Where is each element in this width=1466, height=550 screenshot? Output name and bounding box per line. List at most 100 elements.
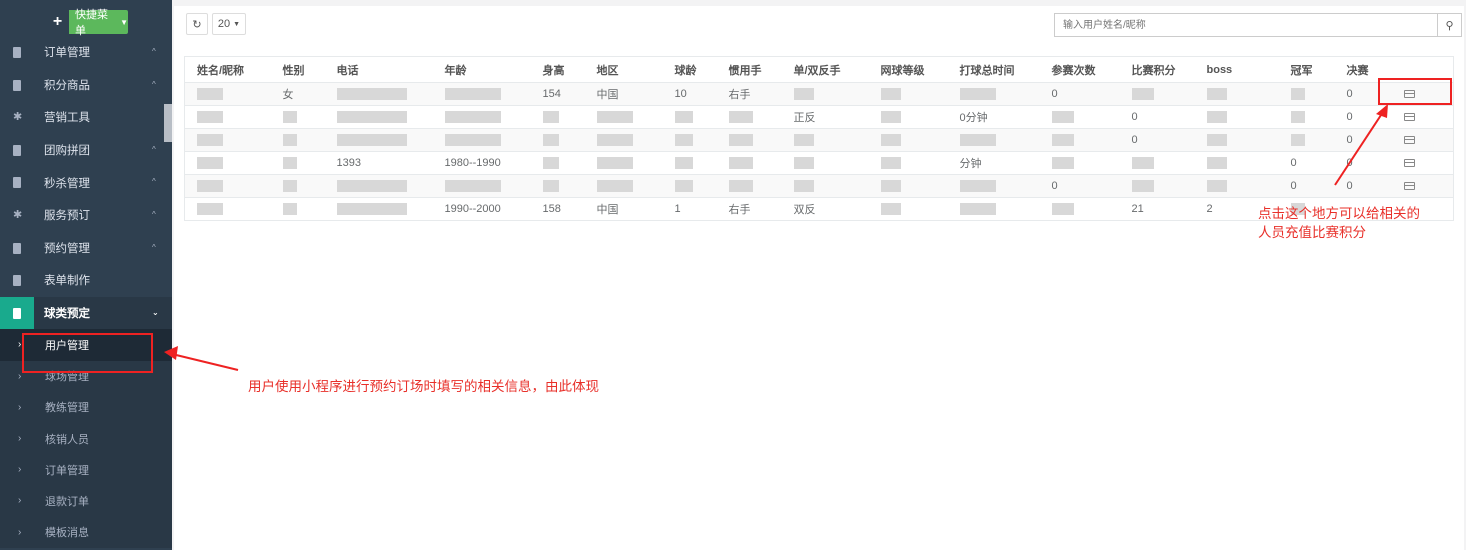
sidebar-item-points-goods[interactable]: 积分商品 ^ [0,69,172,102]
table-cell [781,174,869,198]
column-header[interactable]: 姓名/昵称 [184,56,271,83]
column-header[interactable]: 打球总时间 [947,56,1040,83]
table-cell: 0 [1119,105,1195,129]
table-cell: 正反 [781,105,869,129]
sidebar-subitem-verifiers[interactable]: › 核销人员 [0,422,172,455]
table-cell [1119,174,1195,198]
sidebar-item-group-buy[interactable]: 团购拼团 ^ [0,134,172,167]
quick-menu-button[interactable]: + 快捷菜单 ▼ [46,9,128,37]
sidebar-item-service-booking[interactable]: ✱ 服务预订 ^ [0,199,172,232]
table-row[interactable]: 00 [184,128,1454,152]
chevron-right-icon: › [18,339,22,351]
redacted-value [282,203,297,216]
recharge-card-icon[interactable] [1403,113,1415,122]
sidebar-item-orders[interactable]: 订单管理 ^ [0,36,172,69]
chevron-down-icon: ⌄ [152,307,159,317]
sidebar-item-forms[interactable]: 表单制作 [0,264,172,297]
column-header[interactable]: 年龄 [432,56,531,83]
column-header[interactable]: 地区 [584,56,663,83]
redacted-value [336,203,407,216]
cell-value: 1 [674,203,681,215]
recharge-note-line2: 人员充值比赛积分 [1258,225,1366,241]
refresh-button[interactable]: ↻ [186,13,208,35]
cell-value: 0分钟 [959,112,988,124]
plus-icon: + [46,10,69,34]
redacted-value [959,203,996,216]
chevron-up-icon: ^ [152,209,156,219]
table-cell [584,174,663,198]
redacted-value [336,111,407,124]
column-header[interactable]: 单/双反手 [781,56,869,83]
table-cell [324,197,433,221]
table-cell [1039,151,1120,175]
column-header[interactable]: 冠军 [1278,56,1335,83]
table-cell [1278,128,1335,152]
table-cell: 1980--1990 [432,151,531,175]
table-cell: 右手 [716,82,782,106]
table-cell [716,174,782,198]
action-cell[interactable] [1391,105,1454,129]
sidebar-item-appointments[interactable]: 预约管理 ^ [0,232,172,265]
recharge-card-icon[interactable] [1403,182,1415,191]
redacted-value [444,134,501,147]
quick-menu-label: 快捷菜单 [74,9,108,37]
sidebar-subitem-coaches[interactable]: › 教练管理 [0,391,172,423]
document-icon [13,242,21,254]
redacted-value [1131,157,1154,170]
table-cell [184,105,271,129]
redacted-value [880,134,901,147]
table-cell [868,197,948,221]
recharge-card-icon[interactable] [1403,136,1415,145]
table-cell [947,197,1040,221]
column-header[interactable]: 网球等级 [868,56,948,83]
table-row[interactable]: 女 154 中国 10 右手 0 0 [184,82,1454,106]
caret-down-icon: ▼ [233,20,241,28]
table-cell [868,174,948,198]
column-header[interactable]: 身高 [530,56,585,83]
column-header[interactable]: 电话 [324,56,433,83]
table-row[interactable]: 0 0 0 [184,174,1454,198]
redacted-value [1051,134,1074,147]
column-header[interactable]: 比赛积分 [1119,56,1195,83]
column-header[interactable]: 球龄 [662,56,717,83]
cell-value: 0 [1346,157,1353,169]
sidebar-item-marketing[interactable]: ✱ 营销工具 [0,101,172,134]
sidebar-item-ball-booking[interactable]: 球类预定 ⌄ [0,296,172,330]
column-header[interactable]: 惯用手 [716,56,782,83]
redacted-value [793,88,814,101]
sidebar-subitem-refunds[interactable]: › 退款订单 [0,485,172,517]
column-header[interactable]: 性别 [270,56,325,83]
table-cell [1039,105,1120,129]
redacted-value [197,203,223,216]
document-icon [13,144,21,156]
sidebar-item-label: 订单管理 [44,47,90,60]
table-row[interactable]: 正反 0分钟 0 0 [184,105,1454,129]
recharge-card-icon[interactable] [1403,159,1415,168]
action-cell[interactable] [1391,128,1454,152]
column-header[interactable]: 参赛次数 [1039,56,1120,83]
table-row[interactable]: 1393 1980--1990 分钟 0 0 [184,151,1454,175]
sidebar-item-label: 表单制作 [44,275,90,288]
sidebar-scrollbar[interactable] [164,104,172,142]
page-size-dropdown[interactable]: 20 ▼ [212,13,246,35]
action-cell[interactable] [1391,174,1454,198]
table-cell [1194,105,1279,129]
table-cell [184,197,271,221]
sidebar-item-flash-sale[interactable]: 秒杀管理 ^ [0,166,172,199]
sidebar-subitem-label: 退款订单 [45,495,89,508]
sidebar-item-label: 营销工具 [44,112,90,125]
sidebar-subitem-orders[interactable]: › 订单管理 [0,454,172,486]
column-header[interactable]: boss [1194,56,1279,83]
search-button[interactable]: ⚲ [1438,13,1462,37]
action-cell[interactable] [1391,151,1454,175]
table-cell [184,82,271,106]
page-size-value: 20 [217,18,231,30]
sidebar-subitem-templates[interactable]: › 模板消息 [0,516,172,548]
sidebar-item-label: 团购拼团 [44,145,90,158]
table-cell [432,128,531,152]
redacted-value [728,157,753,170]
chevron-right-icon: › [18,401,22,413]
chevron-up-icon: ^ [152,144,156,154]
table-cell [432,82,531,106]
search-input[interactable] [1054,13,1438,37]
